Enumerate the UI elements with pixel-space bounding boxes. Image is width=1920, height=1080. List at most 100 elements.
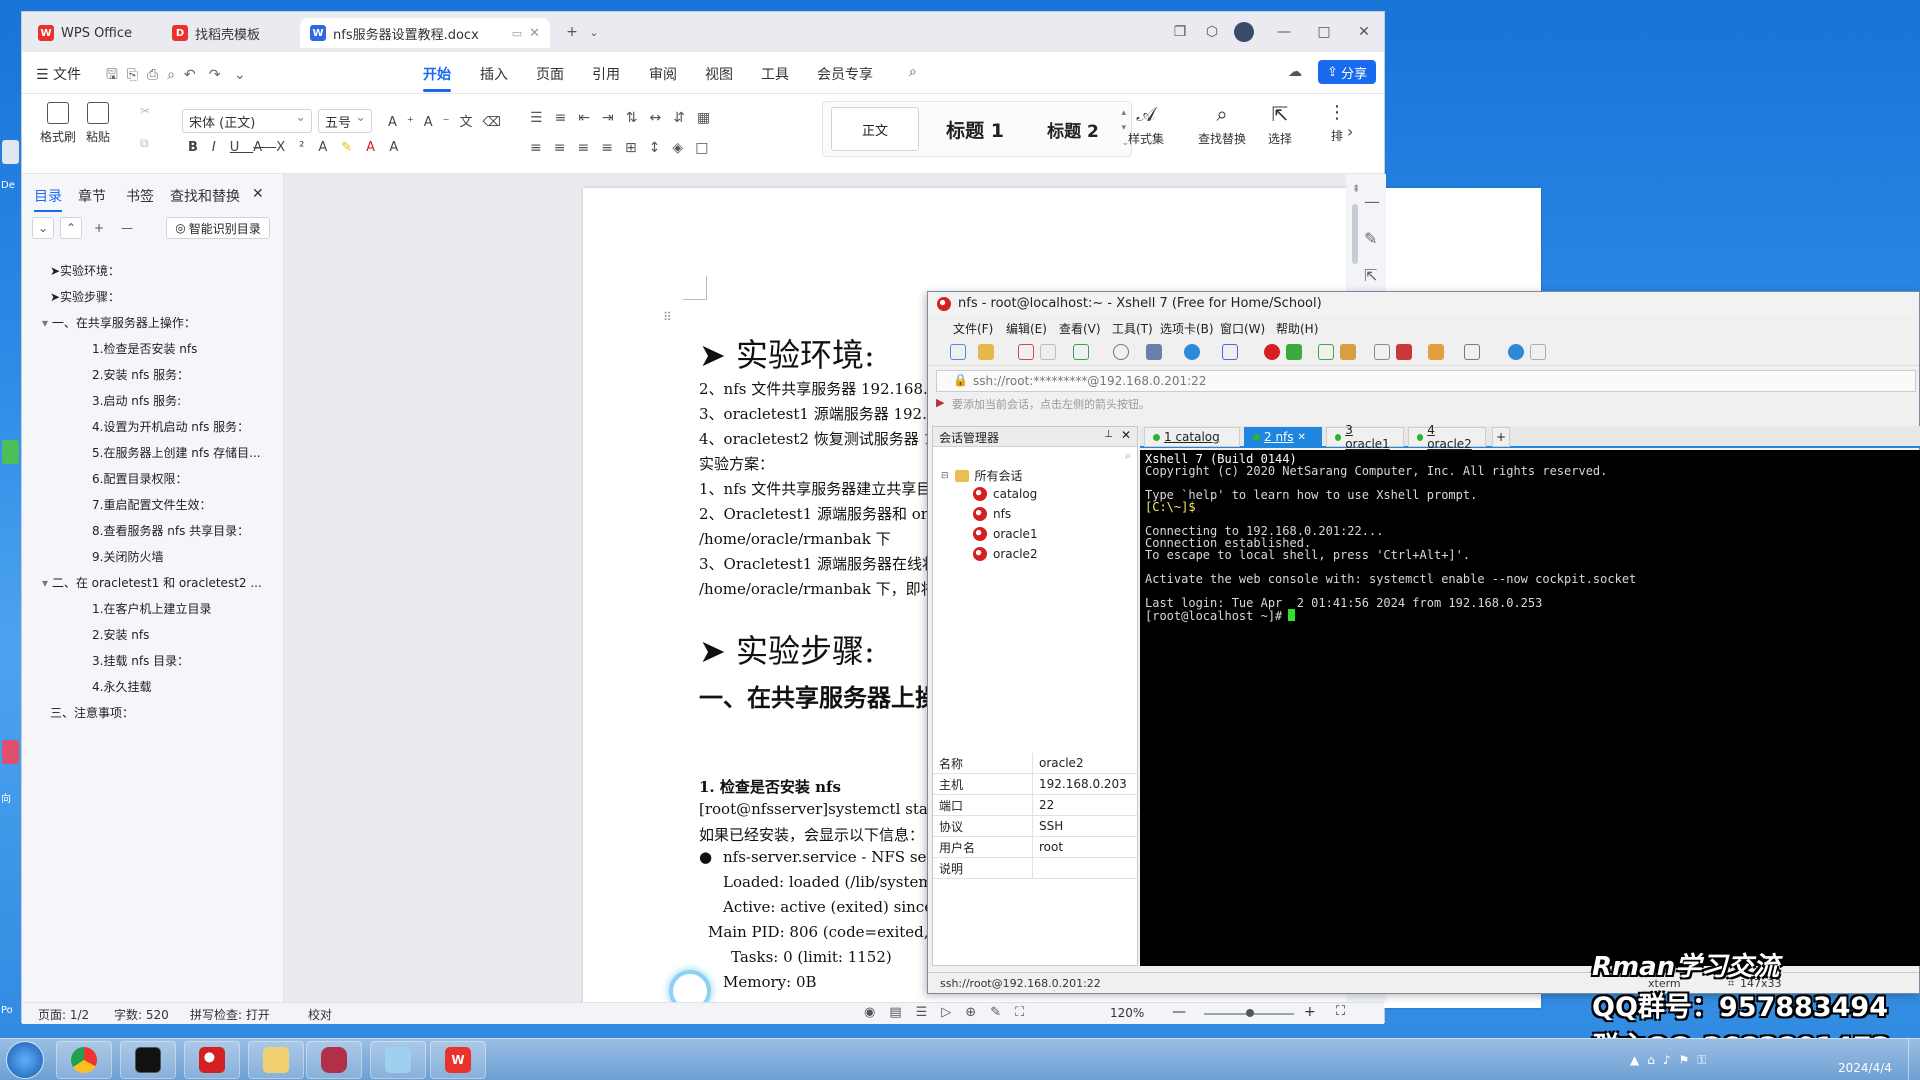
tab-wps-office[interactable]: W WPS Office <box>28 18 156 48</box>
bold-icon[interactable]: B <box>188 140 212 155</box>
outdent-icon[interactable]: ⇤ <box>578 110 602 126</box>
text-effect-icon[interactable]: A <box>318 140 341 155</box>
underline-icon[interactable]: U <box>230 140 254 155</box>
xshell-menu-item[interactable]: 查看(V) <box>1059 320 1101 337</box>
tab-close-icon[interactable]: ✕ <box>529 26 540 41</box>
scrollbar-thumb[interactable] <box>1352 204 1358 264</box>
toc-item[interactable]: 8.查看服务器 nfs 共享目录： <box>92 522 249 539</box>
terminal-tab[interactable]: 3 oracle1 <box>1326 423 1404 451</box>
word-count[interactable]: 字数: 520 <box>114 1006 169 1023</box>
grow-font-icon[interactable]: A⁺ <box>388 115 424 130</box>
copy-icon[interactable]: ⧉ <box>140 136 149 151</box>
more-button[interactable]: ⋮ 排 <box>1328 102 1346 144</box>
tab-close-icon[interactable]: ✕ <box>1298 432 1306 443</box>
tree-collapse-icon[interactable]: ⊟ <box>941 471 949 481</box>
tree-root[interactable]: ⊟ 所有会话 <box>941 467 1023 484</box>
export-icon[interactable]: ⎘ <box>127 67 138 83</box>
nav-tab-chapter[interactable]: 章节 <box>78 186 106 206</box>
style-heading2[interactable]: 标题 2 <box>1027 107 1119 151</box>
tab-page[interactable]: 页面 <box>536 64 564 84</box>
nav-close-icon[interactable]: ✕ <box>252 186 264 202</box>
print-icon[interactable]: ⎙ <box>147 67 158 83</box>
toc-item[interactable]: 三、注意事项： <box>50 704 134 721</box>
taskbar-terminal[interactable] <box>120 1041 176 1079</box>
keyboard-icon[interactable] <box>1374 344 1390 360</box>
show-desktop-button[interactable] <box>1908 1039 1920 1080</box>
disconnect-icon[interactable] <box>1018 344 1034 360</box>
style-normal[interactable]: 正文 <box>831 107 919 151</box>
paste-button[interactable]: 粘贴 <box>86 102 110 145</box>
share-button[interactable]: ⇪ 分享 <box>1318 60 1376 84</box>
play-icon[interactable]: ▷ <box>941 1005 965 1020</box>
bullets-icon[interactable]: ☰ <box>530 110 555 126</box>
proofread[interactable]: 校对 <box>308 1006 332 1023</box>
session-close-icon[interactable]: ✕ <box>1121 428 1131 442</box>
tab-tools[interactable]: 工具 <box>761 64 789 84</box>
close-icon[interactable]: ✕ <box>1354 22 1374 42</box>
style-heading1[interactable]: 标题 1 <box>927 107 1023 151</box>
tab-template[interactable]: D 找稻壳模板 <box>162 18 294 48</box>
strike-icon[interactable]: A <box>253 140 276 155</box>
tab-reference[interactable]: 引用 <box>592 64 620 84</box>
highlight-icon[interactable]: ✎ <box>341 140 366 155</box>
maximize-icon[interactable]: □ <box>1314 22 1334 42</box>
spell-check[interactable]: 拼写检查: 打开 <box>190 1006 270 1023</box>
tab-insert[interactable]: 插入 <box>480 64 508 84</box>
taskbar-xshell[interactable] <box>184 1041 240 1079</box>
zoom-in-icon[interactable]: + <box>1304 1004 1316 1020</box>
phonetic-icon[interactable]: 文 <box>460 115 483 130</box>
remove-level-icon[interactable]: — <box>116 217 138 239</box>
indent-icon[interactable]: ⇥ <box>602 110 626 126</box>
system-tray[interactable]: ▲⌂♪⚑⚿ <box>1630 1053 1714 1068</box>
session-item[interactable]: nfs <box>973 507 1011 521</box>
xshell-red-icon[interactable] <box>1264 344 1280 360</box>
web-view-icon[interactable]: ⊕ <box>965 1005 990 1020</box>
toc-item[interactable]: ▾ 一、在共享服务器上操作： <box>42 314 196 331</box>
terminal[interactable]: Xshell 7 (Build 0144) Copyright (c) 2020 … <box>1140 450 1920 966</box>
pen-view-icon[interactable]: ✎ <box>990 1005 1015 1020</box>
taskbar-date[interactable]: 2024/4/4 <box>1838 1061 1892 1075</box>
justify-icon[interactable]: ≡ <box>601 140 625 156</box>
shrink-font-icon[interactable]: A⁻ <box>424 115 460 130</box>
taskbar-notepad[interactable] <box>370 1041 426 1079</box>
cloud-icon[interactable]: ☁ <box>1288 64 1302 80</box>
line-spacing-icon[interactable]: ↕ <box>649 140 673 156</box>
page-view-icon[interactable]: ▤ <box>889 1005 915 1020</box>
fullscreen-icon[interactable]: ⛶ <box>1336 1004 1345 1019</box>
page-count[interactable]: 页面: 1/2 <box>38 1006 89 1023</box>
toc-item[interactable]: 4.永久挂载 <box>92 678 151 695</box>
toc-expand-icon[interactable]: ▾ <box>42 576 52 590</box>
distribute-icon[interactable]: ⊞ <box>625 140 649 156</box>
avatar[interactable] <box>1234 22 1254 42</box>
new-tab-icon[interactable]: + <box>1492 427 1510 447</box>
toc-item[interactable]: 2.安装 nfs 服务： <box>92 366 189 383</box>
numbering-icon[interactable]: ≡ <box>555 110 579 126</box>
tab-list-chevron-icon[interactable]: ⌄ <box>584 22 604 42</box>
nav-tab-find[interactable]: 查找和替换 <box>170 186 240 206</box>
border-icon[interactable]: □ <box>695 140 720 156</box>
select-button[interactable]: ⇱ 选择 <box>1268 102 1292 147</box>
nav-tab-toc[interactable]: 目录 <box>34 186 62 212</box>
align-center-icon[interactable]: ≡ <box>554 140 578 156</box>
new-session-icon[interactable] <box>950 344 966 360</box>
terminal-tab[interactable]: 1 catalog <box>1144 427 1240 447</box>
toc-item[interactable]: 2.安装 nfs <box>92 626 149 643</box>
terminal-tab[interactable]: 2 nfs ✕ <box>1244 427 1322 447</box>
fullscreen-icon[interactable] <box>1318 344 1334 360</box>
script-icon[interactable] <box>1428 344 1444 360</box>
lock-icon[interactable] <box>1340 344 1356 360</box>
xshell-menu-item[interactable]: 工具(T) <box>1112 320 1153 337</box>
xftp-icon[interactable] <box>1286 344 1302 360</box>
fit-icon[interactable]: ⛶ <box>1015 1005 1038 1020</box>
toc-item[interactable]: 1.检查是否安装 nfs <box>92 340 197 357</box>
nav-tab-bookmark[interactable]: 书签 <box>126 186 154 206</box>
tab-document[interactable]: W nfs服务器设置教程.docx ▭ ✕ <box>300 18 550 48</box>
toc-item[interactable]: 3.挂载 nfs 目录： <box>92 652 189 669</box>
xshell-menu-item[interactable]: 编辑(E) <box>1006 320 1047 337</box>
cut-icon[interactable]: ✂ <box>140 104 150 118</box>
session-item[interactable]: oracle2 <box>973 547 1038 561</box>
session-search-icon[interactable]: ⌕ <box>1125 449 1131 463</box>
undo-icon[interactable]: ↶ <box>184 67 196 83</box>
font-name-select[interactable]: 宋体 (正文) <box>182 109 312 133</box>
shading-icon[interactable]: ◈ <box>672 140 695 156</box>
